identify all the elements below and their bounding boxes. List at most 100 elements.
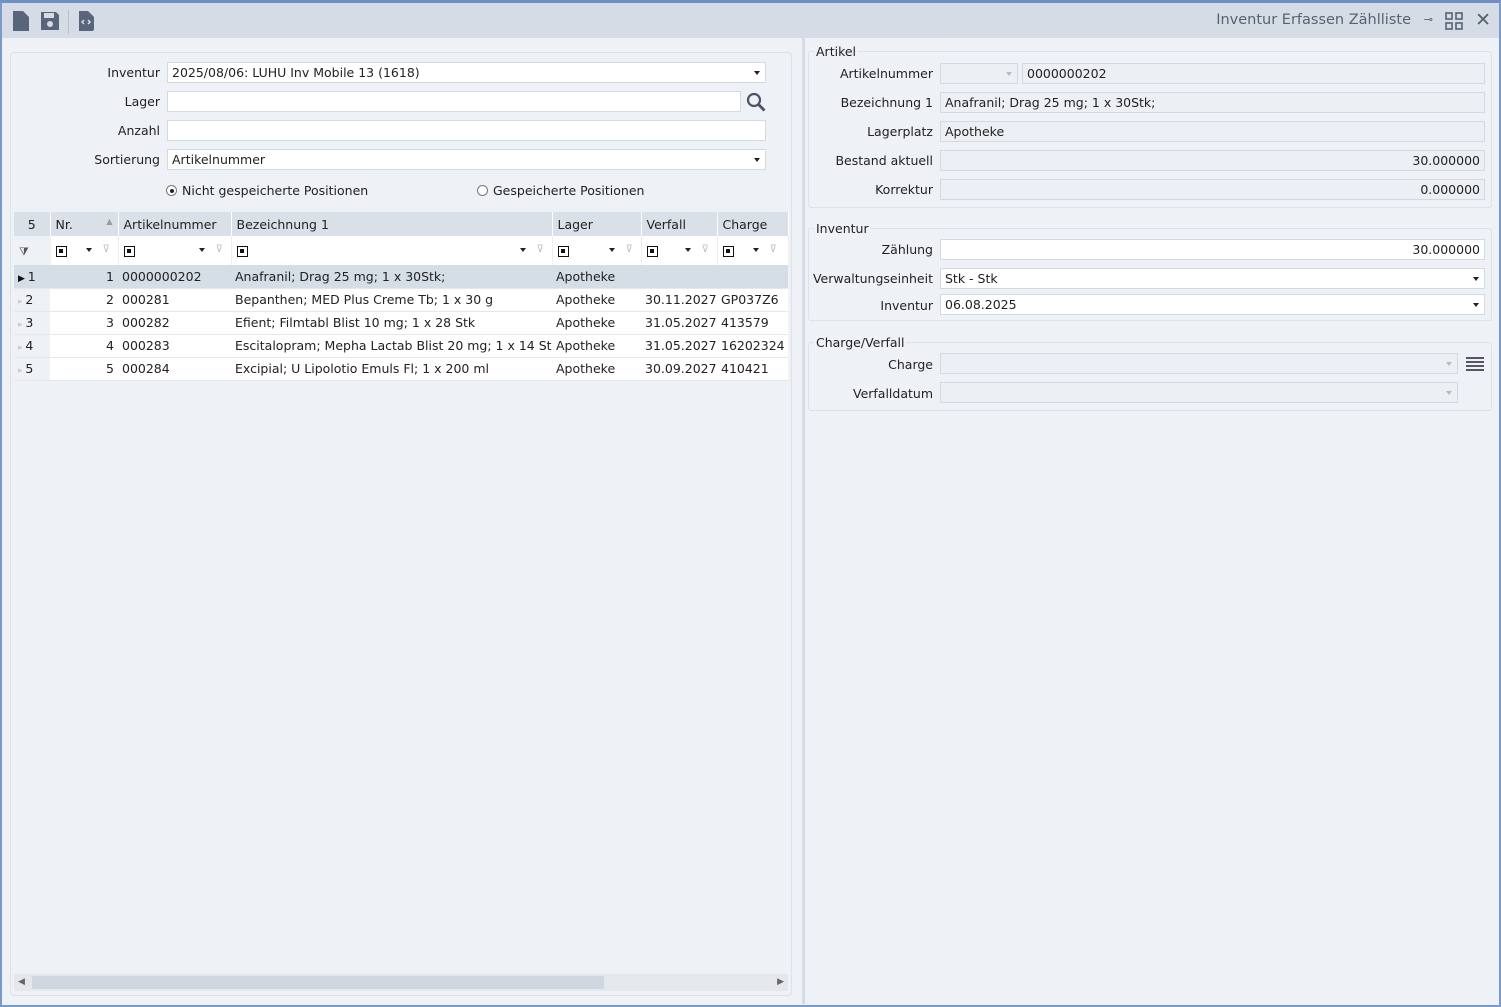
cell-verfall: 30.11.2027 xyxy=(641,288,717,312)
filter-cell[interactable]: ⊽ xyxy=(231,236,553,265)
filter-cell[interactable]: ⊽ xyxy=(717,236,789,265)
toolbar-divider xyxy=(68,10,69,34)
filter-cell[interactable]: ⊽ xyxy=(641,236,718,265)
new-document-icon[interactable] xyxy=(10,9,32,33)
bez-field: Anafranil; Drag 25 mg; 1 x 30Stk; xyxy=(940,92,1485,113)
row-count: 5 xyxy=(14,212,51,236)
cell-charge: 413579 xyxy=(717,311,788,335)
clear-filter-icon: ⊽ xyxy=(102,244,110,255)
anzahl-label: Anzahl xyxy=(117,123,160,138)
cell-charge: 16202324 xyxy=(717,334,788,358)
cell-artikelnummer: 000281 xyxy=(118,288,231,312)
row-pointer-icon: ▸ xyxy=(18,343,26,353)
lager-input[interactable] xyxy=(167,91,741,112)
sortierung-select[interactable]: Artikelnummer xyxy=(167,149,766,170)
row-indicator: ▶ 1 xyxy=(14,265,50,289)
ve-select[interactable]: Stk - Stk xyxy=(940,268,1485,289)
table-row[interactable]: ▶ 1 1 0000000202 Anafranil; Drag 25 mg; 1 x… xyxy=(14,265,788,289)
lagerplatz-field: Apotheke xyxy=(940,121,1485,142)
korrektur-field: 0.000000 xyxy=(940,179,1485,200)
sort-asc-icon: ▲ xyxy=(106,216,113,226)
radio-dot xyxy=(166,185,177,196)
row-indicator: ▸ 5 xyxy=(14,357,50,381)
cell-bezeichnung: Anafranil; Drag 25 mg; 1 x 30Stk; xyxy=(231,265,552,289)
bez-label: Bezeichnung 1 xyxy=(840,95,933,110)
inventur-label: Inventur xyxy=(107,65,160,80)
zaehlung-label: Zählung xyxy=(881,242,933,257)
table-row[interactable]: ▸ 3 3 000282 Efient; Filmtabl Blist 10 mg; … xyxy=(14,311,788,335)
list-icon[interactable] xyxy=(1465,355,1485,373)
toolbar: Inventur Erfassen Zählliste ⊸ ✕ xyxy=(2,3,1499,38)
cell-bezeichnung: Bepanthen; MED Plus Creme Tb; 1 x 30 g xyxy=(231,288,552,312)
table-row[interactable]: ▸ 4 4 000283 Escitalopram; Mepha Lactab Bli… xyxy=(14,334,788,358)
cell-nr: 3 xyxy=(50,311,118,335)
inv-date-picker[interactable]: 06.08.2025 xyxy=(940,294,1485,315)
row-pointer-icon: ▸ xyxy=(18,366,26,376)
cell-lager: Apotheke xyxy=(552,288,641,312)
filter-cell[interactable]: ⊽ xyxy=(552,236,642,265)
layout-grid-icon[interactable] xyxy=(1445,12,1463,30)
window-title: Inventur Erfassen Zählliste xyxy=(1216,12,1411,28)
artnr-label: Artikelnummer xyxy=(839,66,933,81)
row-indicator: ▸ 4 xyxy=(14,334,50,358)
scrollbar-thumb[interactable] xyxy=(32,976,604,989)
cell-charge: GP037Z6 xyxy=(717,288,788,312)
pin-icon[interactable]: ⊸ xyxy=(1424,13,1433,26)
col-bezeichnung[interactable]: Bezeichnung 1 xyxy=(231,212,553,236)
korrektur-label: Korrektur xyxy=(875,182,933,197)
sortierung-label: Sortierung xyxy=(94,152,160,167)
cell-verfall: 31.05.2027 xyxy=(641,311,717,335)
table-row[interactable]: ▸ 5 5 000284 Excipial; U Lipolotio Emuls Fl… xyxy=(14,357,788,381)
artnr-field: 0000000202 xyxy=(1022,63,1485,84)
charge-legend: Charge/Verfall xyxy=(814,335,907,350)
clear-filter-icon: ⊽ xyxy=(536,244,544,255)
artikel-legend: Artikel xyxy=(814,44,859,59)
col-artikelnummer[interactable]: Artikelnummer xyxy=(118,212,232,236)
inventur-legend: Inventur xyxy=(814,221,871,236)
filter-icon[interactable]: ⧩ xyxy=(19,245,29,258)
cell-nr: 4 xyxy=(50,334,118,358)
col-lager[interactable]: Lager xyxy=(552,212,642,236)
table-row[interactable]: ▸ 2 2 000281 Bepanthen; MED Plus Creme Tb; … xyxy=(14,288,788,312)
horizontal-scrollbar[interactable]: ◀ ▶ xyxy=(14,974,788,991)
col-nr[interactable]: Nr. ▲ xyxy=(50,212,119,236)
anzahl-input[interactable] xyxy=(167,120,766,141)
inv-date-label: Inventur xyxy=(880,298,933,313)
filter-cell[interactable]: ⊽ xyxy=(118,236,232,265)
search-icon[interactable] xyxy=(745,91,767,113)
close-icon[interactable]: ✕ xyxy=(1475,9,1491,31)
row-pointer-icon: ▸ xyxy=(18,297,26,307)
radio-saved[interactable]: Gespeicherte Positionen xyxy=(477,183,644,198)
col-charge[interactable]: Charge xyxy=(717,212,789,236)
row-indicator: ▸ 3 xyxy=(14,311,50,335)
charge-label: Charge xyxy=(888,357,933,372)
zaehlung-input[interactable]: 30.000000 xyxy=(940,239,1485,260)
inventur-select[interactable]: 2025/08/06: LUHU Inv Mobile 13 (1618) xyxy=(167,62,766,83)
bestand-label: Bestand aktuell xyxy=(835,153,933,168)
cell-artikelnummer: 000283 xyxy=(118,334,231,358)
code-document-icon[interactable] xyxy=(75,9,97,33)
cell-lager: Apotheke xyxy=(552,334,641,358)
radio-saved-label: Gespeicherte Positionen xyxy=(493,183,645,198)
bestand-field: 30.000000 xyxy=(940,150,1485,171)
cell-nr: 5 xyxy=(50,357,118,381)
cell-verfall: 30.09.2027 xyxy=(641,357,717,381)
cell-artikelnummer: 0000000202 xyxy=(118,265,231,289)
filter-cell[interactable]: ⊽ xyxy=(50,236,119,265)
cell-nr: 2 xyxy=(50,288,118,312)
cell-artikelnummer: 000284 xyxy=(118,357,231,381)
cell-charge: 410421 xyxy=(717,357,788,381)
radio-unsaved-label: Nicht gespeicherte Positionen xyxy=(182,183,369,198)
col-verfall[interactable]: Verfall xyxy=(641,212,718,236)
radio-unsaved[interactable]: Nicht gespeicherte Positionen xyxy=(166,183,368,198)
cell-lager: Apotheke xyxy=(552,357,641,381)
save-icon[interactable] xyxy=(39,9,61,33)
positions-grid: 5 Nr. ▲ Artikelnummer Bezeichnung 1 Lager… xyxy=(14,212,789,381)
lager-label: Lager xyxy=(124,94,160,109)
cell-verfall: 31.05.2027 xyxy=(641,334,717,358)
cell-artikelnummer: 000282 xyxy=(118,311,231,335)
clear-filter-icon: ⊽ xyxy=(215,244,223,255)
cell-verfall xyxy=(641,265,717,289)
radio-dot xyxy=(477,185,488,196)
verfall-label: Verfalldatum xyxy=(852,386,933,401)
